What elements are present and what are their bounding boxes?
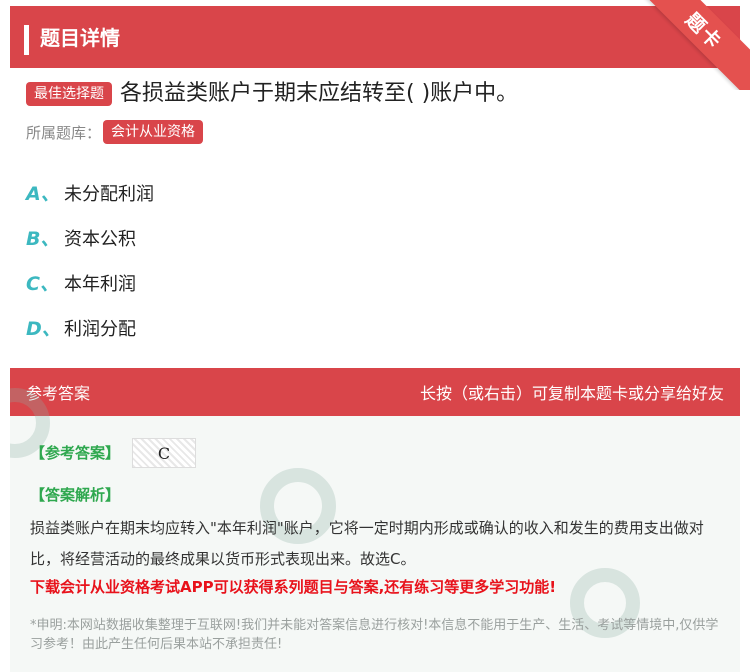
answer-value: C bbox=[157, 443, 171, 463]
option-d[interactable]: D、 利润分配 bbox=[26, 305, 154, 350]
header-accent bbox=[24, 25, 29, 55]
options-list: A、 未分配利润 B、 资本公积 C、 本年利润 D、 利润分配 bbox=[26, 170, 154, 350]
bank-label: 所属题库： bbox=[26, 123, 102, 142]
option-letter: D、 bbox=[26, 318, 61, 340]
corner-badge-label: 题卡 bbox=[681, 8, 727, 54]
bank-name-tag[interactable]: 会计从业资格 bbox=[103, 120, 204, 144]
explanation-label: 【答案解析】 bbox=[30, 486, 121, 504]
answer-label: 【参考答案】 bbox=[30, 444, 121, 462]
answer-value-image: C bbox=[132, 438, 196, 468]
option-b[interactable]: B、 资本公积 bbox=[26, 215, 154, 260]
option-text: 本年利润 bbox=[64, 273, 136, 295]
disclaimer-text: *申明:本网站数据收集整理于互联网!我们并未能对答案信息进行核对!本信息不能用于… bbox=[30, 618, 719, 652]
header-bar: 题目详情 bbox=[10, 6, 740, 68]
question-text: 各损益类账户于期末应结转至( )账户中。 bbox=[120, 81, 519, 106]
share-hint: 长按（或右击）可复制本题卡或分享给好友 bbox=[419, 384, 724, 403]
option-letter: C、 bbox=[26, 273, 59, 295]
answer-header: 参考答案 长按（或右击）可复制本题卡或分享给好友 bbox=[10, 368, 740, 416]
corner-badge-wrap: 题卡 bbox=[640, 0, 750, 90]
option-c[interactable]: C、 本年利润 bbox=[26, 260, 154, 305]
page-title: 题目详情 bbox=[40, 26, 120, 50]
question-block: 最佳选择题 各损益类账户于期末应结转至( )账户中。 所属题库： 会计从业资格 bbox=[26, 78, 726, 144]
corner-badge[interactable]: 题卡 bbox=[640, 0, 750, 90]
option-a[interactable]: A、 未分配利润 bbox=[26, 170, 154, 215]
option-text: 资本公积 bbox=[64, 228, 136, 250]
explanation-text: 损益类账户在期末均应转入"本年利润"账户，它将一定时期内形成或确认的收入和发生的… bbox=[30, 519, 704, 568]
option-text: 未分配利润 bbox=[64, 183, 154, 205]
option-letter: A、 bbox=[26, 183, 60, 205]
app-promo-text[interactable]: 下载会计从业资格考试APP可以获得系列题目与答案,还有练习等更多学习功能! bbox=[30, 576, 556, 597]
option-letter: B、 bbox=[26, 228, 60, 250]
question-type-tag: 最佳选择题 bbox=[26, 82, 112, 106]
answer-panel: 参考答案 长按（或右击）可复制本题卡或分享给好友 【参考答案】 C 【答案解析】… bbox=[10, 368, 740, 672]
option-text: 利润分配 bbox=[64, 318, 136, 340]
